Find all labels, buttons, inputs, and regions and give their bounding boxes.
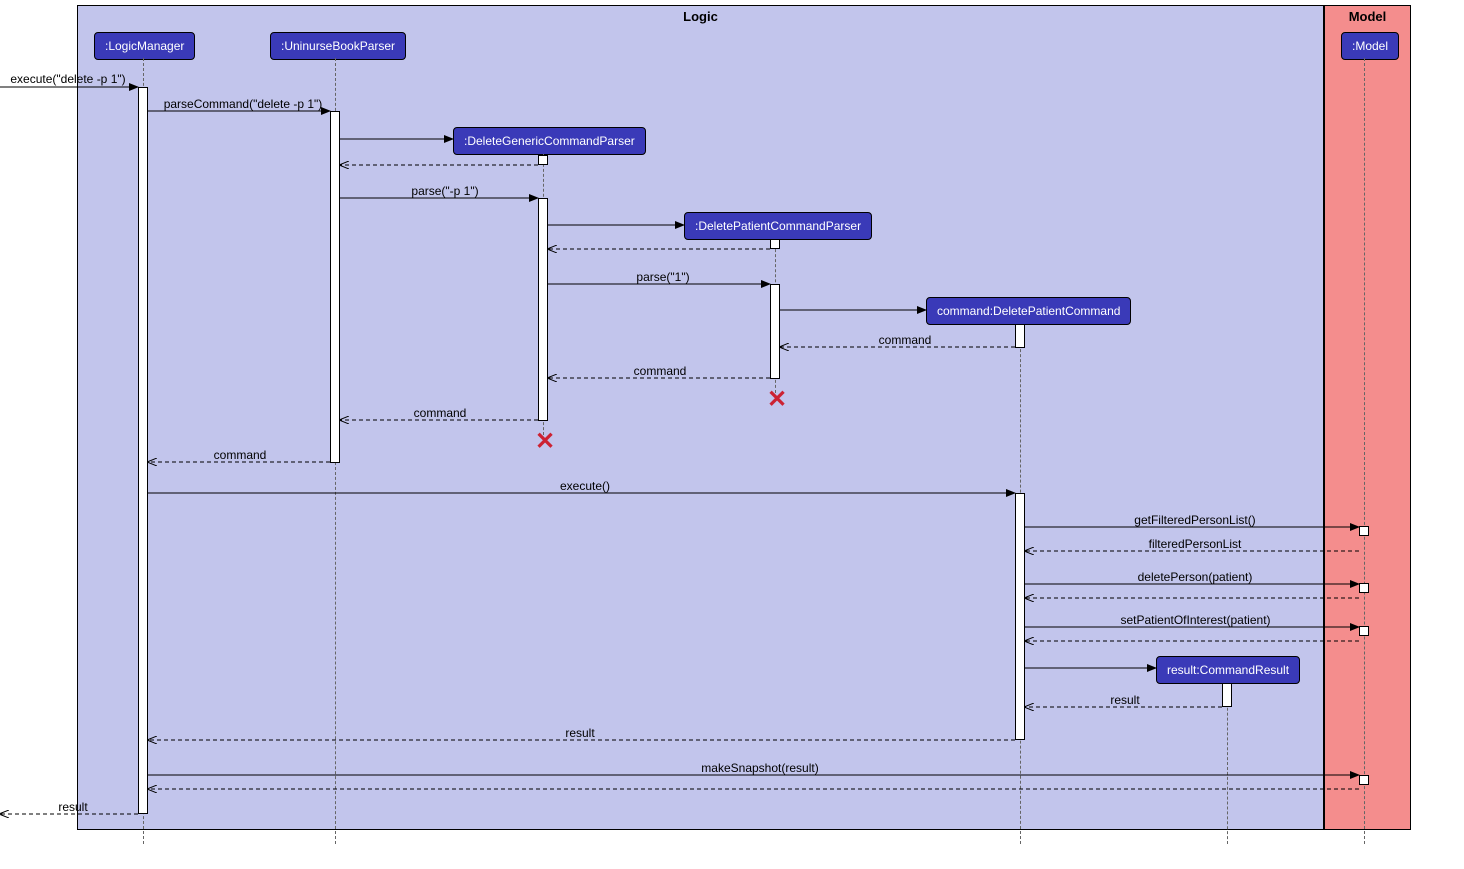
- arrows-layer: [0, 0, 1464, 869]
- msg-parse-1: parse("1"): [618, 270, 708, 284]
- msg-execute: execute("delete -p 1"): [3, 72, 133, 86]
- msg-result-1: result: [1095, 693, 1155, 707]
- msg-delete-person: deletePerson(patient): [1130, 570, 1260, 584]
- msg-command-4: command: [205, 448, 275, 462]
- msg-set-patient: setPatientOfInterest(patient): [1108, 613, 1283, 627]
- msg-result-2: result: [555, 726, 605, 740]
- msg-parse-p1: parse("-p 1"): [395, 184, 495, 198]
- msg-command-2: command: [625, 364, 695, 378]
- msg-filtered-list: filteredPersonList: [1140, 537, 1250, 551]
- msg-execute-empty: execute(): [550, 479, 620, 493]
- msg-result-final: result: [48, 800, 98, 814]
- msg-parse-command: parseCommand("delete -p 1"): [158, 97, 328, 111]
- msg-get-filtered: getFilteredPersonList(): [1120, 513, 1270, 527]
- msg-make-snapshot: makeSnapshot(result): [690, 761, 830, 775]
- msg-command-1: command: [870, 333, 940, 347]
- msg-command-3: command: [405, 406, 475, 420]
- sequence-diagram: Logic Model :LogicManager :UninurseBookP…: [0, 0, 1464, 869]
